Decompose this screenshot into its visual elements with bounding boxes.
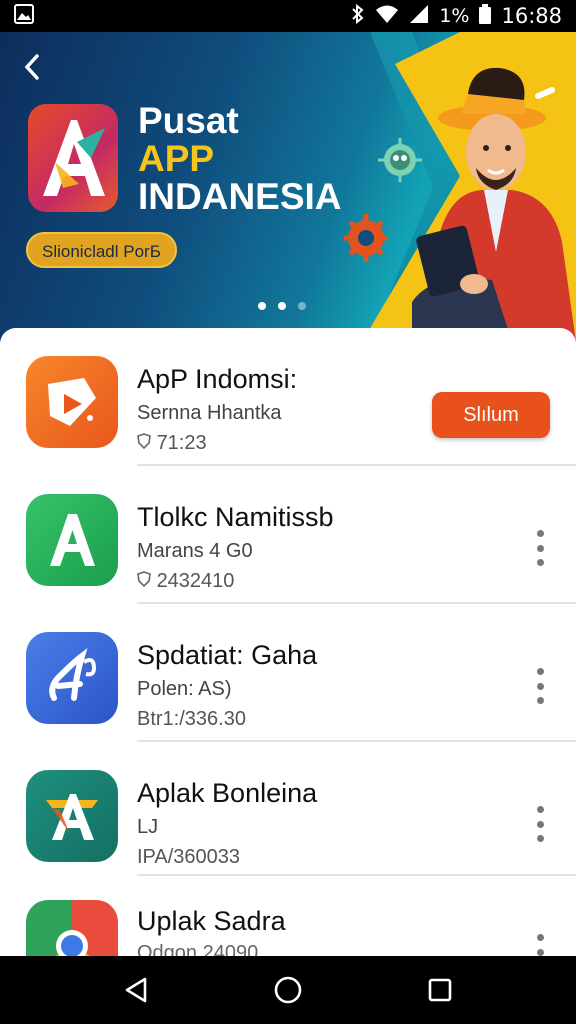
hero-title-line-3: INDANESIA: [138, 176, 342, 217]
image-notification-icon: [14, 3, 34, 29]
app-meta: 2432410: [137, 570, 234, 593]
back-button[interactable]: [18, 52, 48, 82]
status-bar: 1% 16:88: [0, 0, 576, 32]
system-navigation-bar: [0, 956, 576, 1024]
gear-icon: [342, 210, 390, 271]
more-options-button[interactable]: [534, 934, 546, 956]
wifi-icon: [375, 4, 399, 29]
hero-badge[interactable]: Slionicladl PorБ: [26, 232, 177, 268]
app-store-screen: 1% 16:88 Pusat APP INDANESIA Slionicladl…: [0, 0, 576, 1024]
battery-icon: [479, 3, 492, 29]
app-meta: 71:23: [137, 432, 207, 455]
letter-a-app-icon: [26, 632, 118, 724]
square-recents-icon: [428, 978, 452, 1002]
list-item[interactable]: Tlolkc Namitissb Marans 4 G0 2432410: [0, 466, 576, 604]
app-subtitle: LJ: [137, 816, 159, 838]
list-item[interactable]: Uplak Sadra Odgon 24090: [0, 876, 576, 956]
install-button[interactable]: Slılum: [432, 392, 550, 438]
letter-a-app-icon: [26, 770, 118, 862]
app-list: ApP Indomsi: Sernna Hhantka 71:23 Slılum…: [0, 328, 576, 956]
app-subtitle: Sernna Hhantka: [137, 402, 282, 424]
app-meta-value: 71:23: [156, 432, 207, 454]
app-name: Uplak Sadra: [137, 906, 286, 936]
app-meta: Btr1:/336.30: [137, 708, 246, 730]
hero-illustration-person: [392, 52, 576, 342]
app-subtitle: Marans 4 G0: [137, 540, 253, 562]
hero-title-line-1: Pusat: [138, 100, 239, 141]
hero-title: Pusat APP INDANESIA: [138, 102, 342, 216]
app-subtitle: Odgon 24090: [137, 942, 259, 956]
shield-icon: [137, 432, 157, 454]
battery-percent: 1%: [439, 5, 470, 27]
nav-recents-button[interactable]: [420, 970, 460, 1010]
more-options-button[interactable]: [534, 668, 546, 704]
app-name: Spdatiat: Gaha: [137, 640, 318, 670]
letter-a-app-icon: [26, 494, 118, 586]
carousel-dot-3[interactable]: [298, 302, 306, 310]
browser-app-icon: [26, 900, 118, 956]
signal-icon: [409, 4, 429, 29]
app-name: Tlolkc Namitissb: [137, 502, 334, 532]
list-item[interactable]: Spdatiat: Gaha Polen: AS) Btr1:/336.30: [0, 604, 576, 742]
nav-home-button[interactable]: [268, 970, 308, 1010]
shield-icon: [137, 570, 157, 592]
carousel-indicator[interactable]: [258, 302, 306, 310]
app-name: ApP Indomsi:: [137, 364, 298, 394]
nav-back-button[interactable]: [116, 970, 156, 1010]
triangle-back-icon: [125, 977, 147, 1003]
hero-banner[interactable]: Pusat APP INDANESIA Slionicladl PorБ: [0, 32, 576, 342]
list-item[interactable]: Aplak Bonleina LJ IPA/360033: [0, 742, 576, 876]
bluetooth-icon: [351, 3, 365, 29]
letter-a-logo-icon: [43, 120, 105, 196]
app-meta-value: 2432410: [156, 570, 235, 592]
play-app-icon: [26, 356, 118, 448]
carousel-dot-1[interactable]: [258, 302, 266, 310]
circle-home-icon: [274, 976, 302, 1004]
carousel-dot-2[interactable]: [278, 302, 286, 310]
list-item[interactable]: ApP Indomsi: Sernna Hhantka 71:23 Slılum: [0, 328, 576, 466]
more-options-button[interactable]: [534, 530, 546, 566]
clock: 16:88: [501, 4, 562, 28]
hero-app-logo: [28, 104, 118, 212]
hero-title-line-2: APP: [138, 138, 215, 179]
app-subtitle: Polen: AS): [137, 678, 232, 700]
more-options-button[interactable]: [534, 806, 546, 842]
app-name: Aplak Bonleina: [137, 778, 318, 808]
chevron-left-icon: [24, 54, 39, 80]
app-meta: IPA/360033: [137, 846, 241, 868]
